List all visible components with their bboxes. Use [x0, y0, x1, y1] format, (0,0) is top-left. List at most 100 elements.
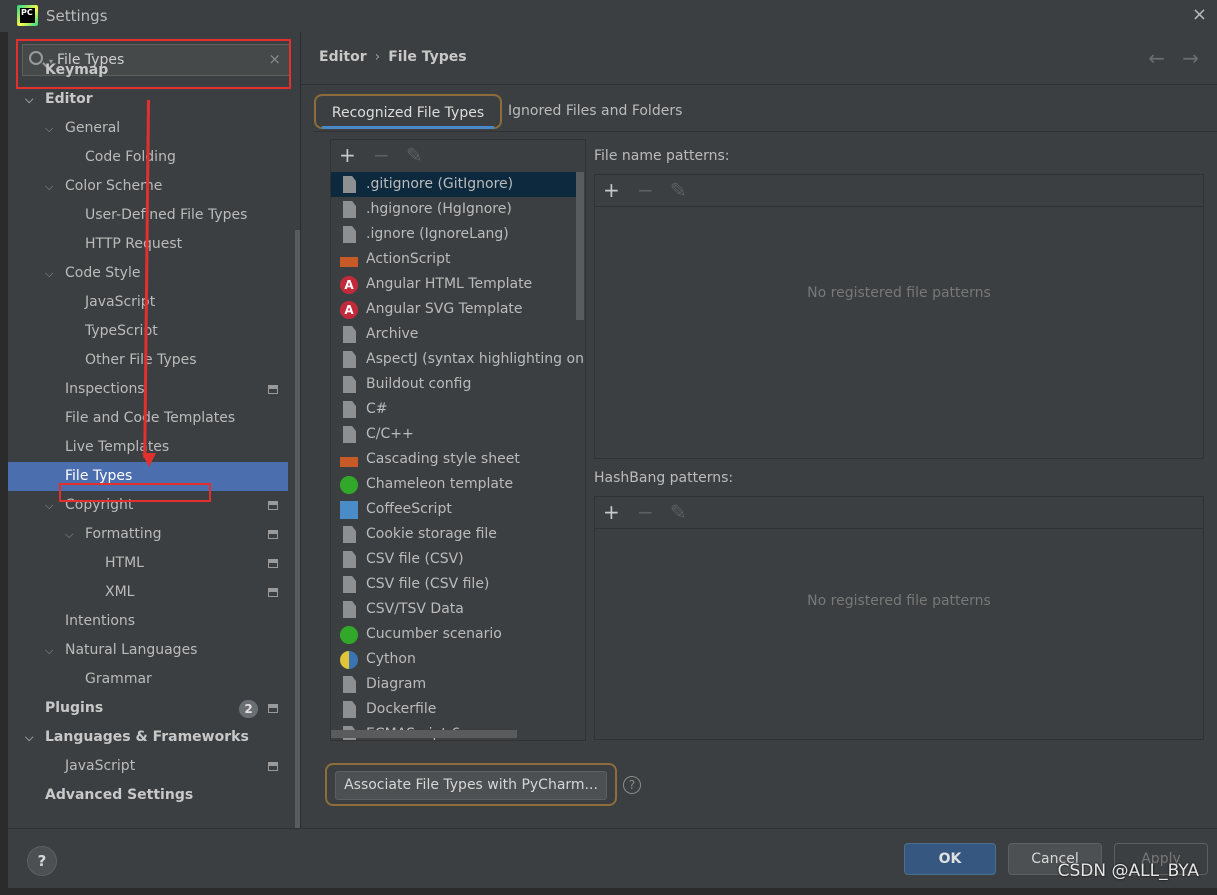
breadcrumb-separator: › [374, 49, 381, 65]
tree-item-label: Code Folding [85, 149, 176, 165]
tree-item[interactable]: Grammar [8, 665, 288, 694]
file-type-item[interactable]: Diagram [331, 672, 576, 697]
file-type-item[interactable]: Buildout config [331, 372, 576, 397]
window-close-icon[interactable]: × [1192, 4, 1207, 25]
file-type-label: .gitignore (GitIgnore) [366, 176, 514, 192]
file-type-item[interactable]: ActionScript [331, 247, 576, 272]
tree-item-label: Natural Languages [65, 642, 198, 658]
add-icon[interactable]: + [603, 500, 620, 524]
help-icon[interactable]: ? [623, 776, 641, 794]
chevron-down-icon[interactable]: ⌵ [25, 723, 33, 752]
breadcrumb-parent[interactable]: Editor [319, 49, 367, 65]
file-ignore-icon [343, 176, 356, 193]
file-type-item[interactable]: C# [331, 397, 576, 422]
tree-item[interactable]: Advanced Settings [8, 781, 288, 810]
tree-item[interactable]: ⌵ Languages & Frameworks [8, 723, 288, 752]
file-type-item[interactable]: A Angular HTML Template [331, 272, 576, 297]
hashbang-patterns-toolbar: + − ✎ [595, 497, 1203, 529]
edit-icon[interactable]: ✎ [670, 178, 687, 202]
tree-item[interactable]: Other File Types [8, 346, 288, 375]
file-type-item[interactable]: .gitignore (GitIgnore) [331, 172, 576, 197]
file-person-icon [343, 426, 356, 443]
file-type-item[interactable]: C/C++ [331, 422, 576, 447]
file-type-item[interactable]: Cookie storage file [331, 522, 576, 547]
chevron-down-icon[interactable]: ⌵ [25, 85, 33, 114]
remove-icon[interactable]: − [373, 143, 390, 167]
file-person-icon [343, 351, 356, 368]
file-type-item[interactable]: A Angular SVG Template [331, 297, 576, 322]
actionscript-icon [340, 257, 358, 267]
tree-item[interactable]: JavaScript [8, 752, 288, 781]
tree-item[interactable]: TypeScript [8, 317, 288, 346]
file-type-item[interactable]: .hgignore (HgIgnore) [331, 197, 576, 222]
file-name-patterns-box: + − ✎ No registered file patterns [594, 174, 1204, 459]
project-scope-icon [268, 385, 278, 394]
project-scope-icon [268, 501, 278, 510]
chevron-down-icon[interactable]: ⌵ [45, 172, 53, 201]
python-icon [340, 651, 358, 669]
back-arrow-icon[interactable]: ← [1148, 46, 1165, 70]
angular-icon: A [340, 276, 358, 294]
chevron-down-icon[interactable]: ⌵ [65, 520, 73, 549]
tab-recognized-file-types[interactable]: Recognized File Types [314, 94, 502, 129]
file-types-scrollbar[interactable] [576, 172, 584, 320]
edit-icon[interactable]: ✎ [670, 500, 687, 524]
file-type-item[interactable]: Dockerfile [331, 697, 576, 722]
chevron-down-icon[interactable]: ⌵ [45, 636, 53, 665]
associate-file-types-highlight: Associate File Types with PyCharm... [325, 763, 617, 806]
file-type-label: AspectJ (syntax highlighting only) [366, 351, 586, 367]
tree-item[interactable]: File and Code Templates [8, 404, 288, 433]
tree-item[interactable]: Plugins 2 [8, 694, 288, 723]
tree-item[interactable]: ⌵ Formatting [8, 520, 288, 549]
file-type-item[interactable]: CSV/TSV Data [331, 597, 576, 622]
tab-ignored-files-and-folders[interactable]: Ignored Files and Folders [508, 94, 682, 129]
project-scope-icon [268, 704, 278, 713]
chevron-down-icon[interactable]: ⌵ [45, 114, 53, 143]
config-icon [343, 376, 356, 393]
file-type-label: Chameleon template [366, 476, 514, 492]
tree-item[interactable]: HTML [8, 549, 288, 578]
file-type-item[interactable]: Chameleon template [331, 472, 576, 497]
file-type-label: CSV file (CSV) [366, 551, 464, 567]
file-icon [343, 601, 356, 618]
tree-item-label: Editor [45, 91, 93, 107]
add-icon[interactable]: + [603, 178, 620, 202]
project-scope-icon [268, 588, 278, 597]
tree-item[interactable]: XML [8, 578, 288, 607]
file-type-item[interactable]: .ignore (IgnoreLang) [331, 222, 576, 247]
tree-item-label: Languages & Frameworks [45, 729, 249, 745]
file-type-item[interactable]: Cascading style sheet [331, 447, 576, 472]
file-ignore-icon [343, 226, 356, 243]
sidebar-scrollbar[interactable] [295, 230, 300, 828]
tree-item-label: HTML [105, 555, 144, 571]
tree-item[interactable]: Inspections [8, 375, 288, 404]
hashbang-patterns-empty: No registered file patterns [807, 593, 991, 609]
file-type-label: .ignore (IgnoreLang) [366, 226, 509, 242]
forward-arrow-icon[interactable]: → [1182, 46, 1199, 70]
chevron-down-icon[interactable]: ⌵ [45, 259, 53, 288]
chevron-down-icon[interactable]: ⌵ [45, 491, 53, 520]
edit-icon[interactable]: ✎ [406, 143, 423, 167]
ok-button[interactable]: OK [904, 843, 996, 875]
file-type-item[interactable]: Archive [331, 322, 576, 347]
file-type-item[interactable]: CoffeeScript [331, 497, 576, 522]
file-type-item[interactable]: CSV file (CSV file) [331, 572, 576, 597]
tree-item[interactable]: Intentions [8, 607, 288, 636]
remove-icon[interactable]: − [637, 178, 654, 202]
file-type-label: Archive [366, 326, 419, 342]
file-type-item[interactable]: Cython [331, 647, 576, 672]
title-bar: PC Settings × [0, 0, 1217, 32]
pycharm-logo-icon: PC [17, 5, 38, 26]
tree-item[interactable]: JavaScript [8, 288, 288, 317]
file-type-label: Buildout config [366, 376, 472, 392]
remove-icon[interactable]: − [637, 500, 654, 524]
file-type-item[interactable]: Cucumber scenario [331, 622, 576, 647]
tree-item[interactable]: ⌵ Natural Languages [8, 636, 288, 665]
file-types-horizontal-scrollbar[interactable] [331, 730, 517, 738]
associate-file-types-button[interactable]: Associate File Types with PyCharm... [335, 771, 607, 800]
add-icon[interactable]: + [339, 143, 356, 167]
help-button[interactable]: ? [27, 846, 57, 876]
file-type-item[interactable]: CSV file (CSV) [331, 547, 576, 572]
file-type-item[interactable]: AspectJ (syntax highlighting only) [331, 347, 585, 372]
tree-item-label: Advanced Settings [45, 787, 194, 803]
